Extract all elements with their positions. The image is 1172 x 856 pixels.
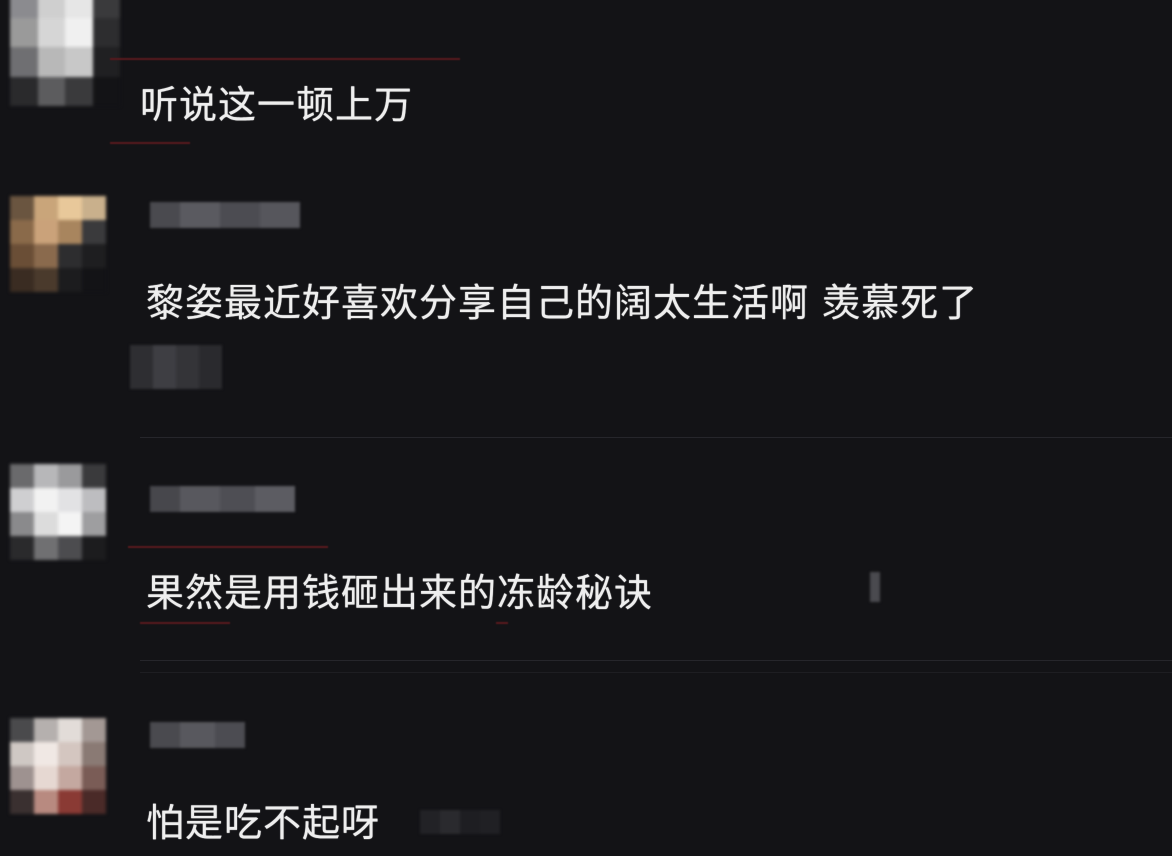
comment-item: 果然是用钱砸出来的冻龄秘诀 [0, 440, 1172, 670]
comment-text: 听说这一顿上万 [140, 83, 414, 127]
highlight-line [140, 622, 230, 624]
username-placeholder[interactable] [150, 202, 300, 228]
comment-meta-placeholder [130, 345, 222, 389]
comment-text: 黎姿最近好喜欢分享自己的阔太生活啊 羡慕死了 [146, 281, 979, 325]
highlight-line [110, 142, 190, 144]
comment-item: 听说这一顿上万 [0, 0, 1172, 150]
divider [140, 672, 1172, 673]
avatar[interactable] [10, 196, 106, 292]
highlight-line [110, 58, 460, 60]
username-placeholder[interactable] [150, 722, 245, 748]
comment-meta-placeholder [420, 810, 500, 834]
comment-text: 果然是用钱砸出来的冻龄秘诀 [146, 571, 654, 615]
divider [140, 437, 1172, 438]
comment-text: 怕是吃不起呀 [146, 801, 381, 845]
avatar[interactable] [10, 464, 106, 560]
divider [140, 660, 1172, 661]
reply-icon[interactable] [870, 572, 880, 602]
avatar[interactable] [10, 0, 120, 106]
highlight-line [128, 546, 328, 548]
comment-item: 黎姿最近好喜欢分享自己的阔太生活啊 羡慕死了 [0, 190, 1172, 440]
username-placeholder[interactable] [150, 486, 295, 512]
highlight-line [496, 622, 508, 624]
comment-item: 怕是吃不起呀 [0, 680, 1172, 856]
avatar[interactable] [10, 718, 106, 814]
